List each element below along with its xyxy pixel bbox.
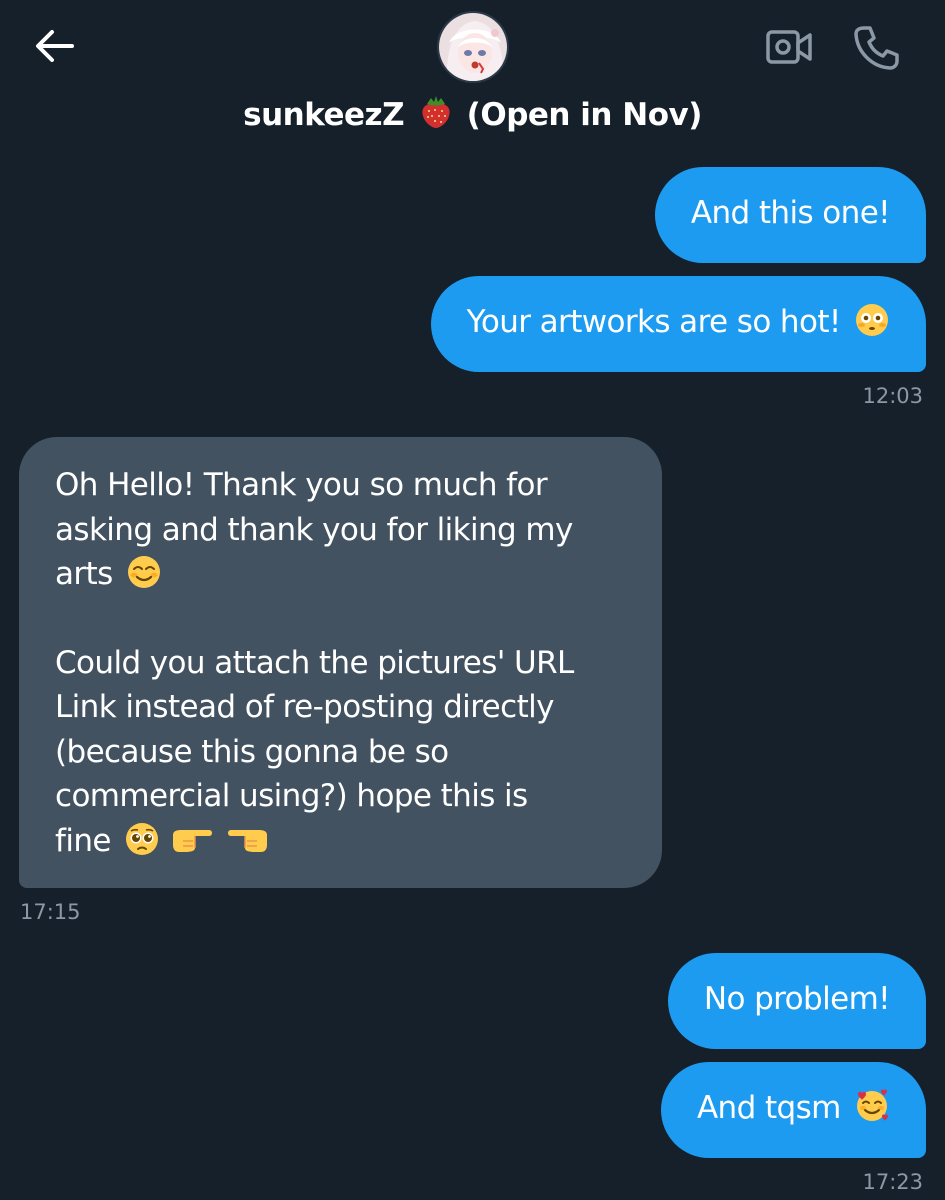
message-line: (because this gonna be so: [55, 733, 449, 770]
video-camera-icon: [764, 30, 816, 76]
flushed-face-icon: [854, 302, 890, 338]
message-line: Could you attach the pictures' URL: [55, 644, 574, 681]
message-text: Your artworks are so hot!: [466, 304, 842, 340]
dm-conversation-screen: sunkeezZ (Open in Nov) And this one! You…: [0, 0, 945, 1200]
page-title: sunkeezZ (Open in Nov): [0, 94, 945, 133]
avatar[interactable]: [437, 11, 509, 83]
message-line: asking and thank you for liking my: [55, 511, 573, 548]
message-text: And tqsm: [696, 1090, 841, 1126]
smiling-face-with-hearts-icon: [854, 1088, 890, 1124]
message-line: Oh Hello! Thank you so much for: [55, 467, 548, 503]
back-button[interactable]: [28, 22, 80, 74]
sent-message-bubble[interactable]: And this one!: [654, 167, 926, 263]
message-line: commercial using?) hope this is: [55, 778, 528, 814]
pleading-face-icon: [124, 821, 160, 857]
contact-status: (Open in Nov): [466, 97, 703, 133]
message-text: fine: [55, 822, 111, 859]
contact-name: sunkeezZ: [243, 97, 405, 133]
message-line-with-emoji: arts: [55, 552, 626, 597]
message-text: No problem!: [703, 981, 891, 1017]
received-message-bubble[interactable]: Oh Hello! Thank you so much for asking a…: [19, 437, 662, 888]
message-line-with-emoji: fine: [55, 819, 626, 864]
conversation-header: sunkeezZ (Open in Nov): [0, 0, 945, 158]
timestamp: 17:23: [862, 1170, 923, 1194]
message-text: And this one!: [690, 195, 891, 231]
sent-message-bubble[interactable]: And tqsm: [660, 1062, 926, 1158]
sent-message-bubble[interactable]: Your artworks are so hot!: [430, 276, 926, 372]
video-call-button[interactable]: [764, 24, 816, 72]
pointing-left-icon: [225, 821, 271, 857]
pointing-right-icon: [169, 821, 215, 857]
timestamp: 12:03: [862, 384, 923, 408]
sent-message-bubble[interactable]: No problem!: [667, 953, 926, 1049]
phone-icon: [850, 26, 902, 78]
smiling-face-icon: [126, 554, 162, 590]
arrow-left-icon: [32, 24, 76, 72]
timestamp: 17:15: [20, 900, 81, 924]
strawberry-icon: [418, 94, 456, 132]
message-text: arts: [55, 556, 113, 592]
message-line: Link instead of re-posting directly: [55, 689, 554, 725]
voice-call-button[interactable]: [850, 22, 902, 74]
